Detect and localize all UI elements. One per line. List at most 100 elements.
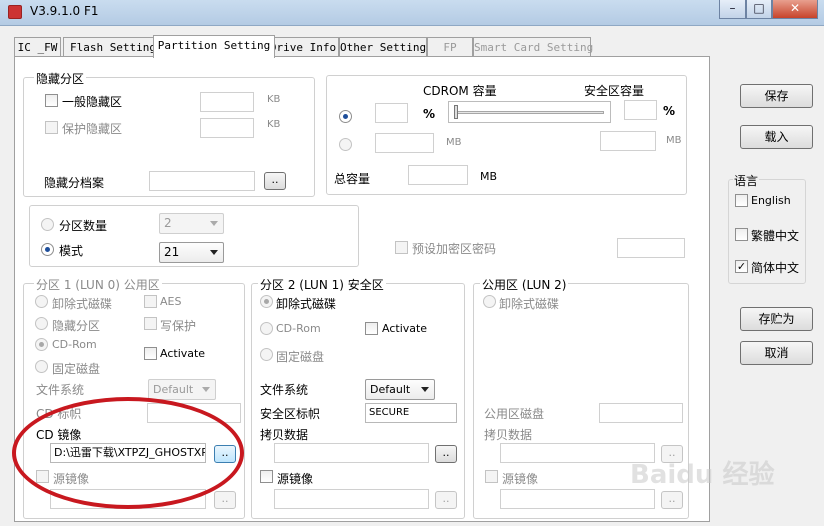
general-hidden-label: 一般隐藏区: [62, 95, 123, 109]
simplified-chinese-checkbox[interactable]: ✓: [735, 260, 748, 273]
partition-count-value: 2: [164, 216, 172, 230]
total-capacity-label: 总容量: [334, 172, 371, 186]
tab-smart-card-setting[interactable]: Smart Card Setting: [473, 37, 593, 57]
p1-fixed-radio[interactable]: [35, 360, 48, 373]
capacity-slider-track: [455, 111, 604, 114]
hidden-archive-input[interactable]: [149, 171, 255, 191]
load-button[interactable]: 载入: [740, 125, 813, 149]
general-hidden-unit: KB: [267, 94, 281, 105]
secure-capacity-label: 安全区容量: [584, 84, 645, 98]
p2-fixed-label: 固定磁盘: [276, 350, 325, 364]
p1-write-protect-checkbox[interactable]: [144, 317, 157, 330]
p2-activate-label: Activate: [382, 322, 428, 335]
mode-radio[interactable]: [41, 243, 54, 256]
close-icon[interactable]: ✕: [772, 0, 818, 19]
p1-activate-label: Activate: [160, 347, 206, 360]
p2-copy-data-input[interactable]: [274, 443, 429, 463]
partition2-group: 分区 2 (LUN 1) 安全区 卸除式磁碟 CD-Rom 固定磁盘 Activ…: [251, 276, 465, 519]
mode-value: 21: [164, 245, 180, 259]
p2-copy-data-browse-button[interactable]: ..: [435, 445, 457, 463]
maximize-icon[interactable]: □: [746, 0, 772, 19]
tab-ic-fw[interactable]: IC _FW: [14, 37, 61, 57]
p2-fs-select[interactable]: Default: [365, 379, 435, 400]
preset-password-input[interactable]: [617, 238, 685, 258]
p1-hidden-radio[interactable]: [35, 317, 48, 330]
p2-source-image-input[interactable]: [274, 489, 429, 509]
mb-radio[interactable]: [339, 138, 352, 151]
protect-hidden-checkbox[interactable]: [45, 121, 58, 134]
p2-fixed-radio[interactable]: [260, 348, 273, 361]
total-capacity-input[interactable]: [408, 165, 468, 185]
p1-cdrom-radio[interactable]: [35, 338, 48, 351]
p2-fs-value: Default: [370, 383, 411, 396]
p1-hidden-label: 隐藏分区: [52, 319, 101, 333]
percent-radio[interactable]: [339, 110, 352, 123]
partition2-title: 分区 2 (LUN 1) 安全区: [258, 276, 386, 293]
language-group-title: 语言: [733, 172, 760, 189]
hidden-archive-browse-button[interactable]: ..: [264, 172, 286, 190]
p1-activate-checkbox[interactable]: [144, 347, 157, 360]
baidu-watermark: Baidu 经验: [630, 460, 775, 490]
general-hidden-checkbox[interactable]: [45, 94, 58, 107]
p2-secure-label-input[interactable]: SECURE: [365, 403, 457, 423]
p3-copy-data-label: 拷贝数据: [484, 428, 533, 442]
simplified-chinese-label: 简体中文: [751, 261, 800, 275]
tab-drive-info[interactable]: Drive Info: [267, 37, 339, 57]
preset-password-label: 预设加密区密码: [412, 242, 497, 256]
save-as-button[interactable]: 存贮为: [740, 307, 813, 331]
capacity-slider-thumb[interactable]: [454, 105, 458, 119]
p3-disk-input[interactable]: [599, 403, 683, 423]
traditional-chinese-checkbox[interactable]: [735, 228, 748, 241]
tab-fp[interactable]: FP: [427, 37, 473, 57]
cdrom-capacity-group: CDROM 容量 安全区容量 % % MB MB 总容量 MB: [326, 75, 687, 195]
protect-hidden-size-input[interactable]: [200, 118, 254, 138]
cdrom-capacity-label: CDROM 容量: [423, 84, 497, 98]
preset-password-checkbox[interactable]: [395, 241, 408, 254]
save-button[interactable]: 保存: [740, 84, 813, 108]
p3-source-image-browse-button[interactable]: ..: [661, 491, 683, 509]
partition-count-radio[interactable]: [41, 218, 54, 231]
minimize-icon[interactable]: –: [719, 0, 746, 19]
p2-source-image-browse-button[interactable]: ..: [435, 491, 457, 509]
tab-partition-setting[interactable]: Partition Setting: [153, 35, 275, 58]
p3-source-image-checkbox[interactable]: [485, 470, 498, 483]
protect-hidden-unit: KB: [267, 119, 281, 130]
p1-removable-radio[interactable]: [35, 295, 48, 308]
secure-percent-unit: %: [663, 104, 676, 118]
p1-source-image-browse-button[interactable]: ..: [214, 491, 236, 509]
cancel-button[interactable]: 取消: [740, 341, 813, 365]
p1-write-protect-label: 写保护: [160, 319, 197, 333]
p1-aes-checkbox[interactable]: [144, 295, 157, 308]
p2-removable-radio[interactable]: [260, 295, 273, 308]
cdrom-percent-input[interactable]: [375, 103, 408, 123]
p1-fixed-label: 固定磁盘: [52, 362, 101, 376]
chevron-down-icon: [421, 387, 429, 392]
p3-removable-radio[interactable]: [483, 295, 496, 308]
mode-select[interactable]: 21: [159, 242, 224, 263]
p1-fs-label: 文件系统: [36, 383, 85, 397]
p3-source-image-input[interactable]: [500, 489, 655, 509]
p2-activate-checkbox[interactable]: [365, 322, 378, 335]
p2-source-image-checkbox[interactable]: [260, 470, 273, 483]
tab-flash-setting[interactable]: Flash Setting: [63, 37, 163, 57]
p1-removable-label: 卸除式磁碟: [52, 297, 113, 311]
hidden-partition-group: 隐藏分区 一般隐藏区 KB 保护隐藏区 KB 隐藏分档案 ..: [23, 70, 315, 197]
secure-mb-input[interactable]: [600, 131, 656, 151]
cdrom-mb-input[interactable]: [375, 133, 434, 153]
english-checkbox[interactable]: [735, 194, 748, 207]
secure-percent-input[interactable]: [624, 100, 657, 120]
p1-fs-value: Default: [153, 383, 194, 396]
p2-cdrom-radio[interactable]: [260, 322, 273, 335]
p1-fs-select[interactable]: Default: [148, 379, 216, 400]
p1-cdrom-label: CD-Rom: [52, 338, 97, 351]
partition-count-select[interactable]: 2: [159, 213, 224, 234]
traditional-chinese-label: 繁體中文: [751, 229, 800, 243]
capacity-slider[interactable]: [448, 101, 611, 123]
tab-other-setting[interactable]: Other Setting: [339, 37, 427, 57]
partition-count-label: 分区数量: [59, 219, 108, 233]
p2-cdrom-label: CD-Rom: [276, 322, 321, 335]
hidden-archive-label: 隐藏分档案: [44, 176, 105, 190]
p2-removable-label: 卸除式磁碟: [276, 297, 337, 311]
mode-label: 模式: [59, 244, 84, 258]
general-hidden-size-input[interactable]: [200, 92, 254, 112]
